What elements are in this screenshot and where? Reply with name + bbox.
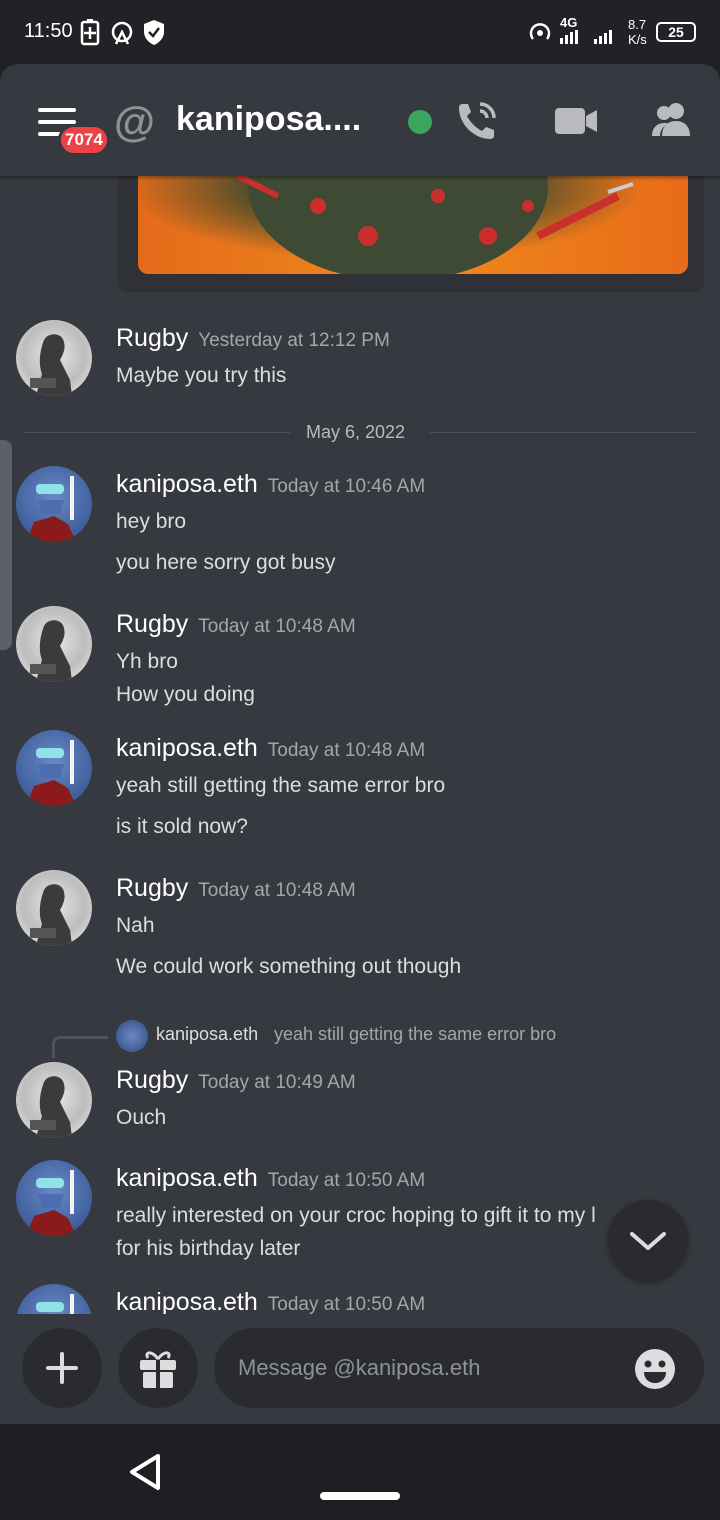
- gift-button[interactable]: [118, 1328, 198, 1408]
- avatar[interactable]: [16, 1062, 92, 1138]
- message-text: hey bro: [116, 510, 187, 533]
- message-timestamp: Today at 10:48 AM: [267, 740, 426, 761]
- message-input[interactable]: [214, 1328, 704, 1408]
- date-label: May 6, 2022: [306, 422, 406, 442]
- avatar[interactable]: [16, 870, 92, 946]
- page-title[interactable]: kaniposa....: [176, 100, 361, 139]
- message-timestamp: Today at 10:50 AM: [267, 1294, 426, 1314]
- message-text: is it sold now?: [116, 815, 248, 838]
- jump-to-bottom-button[interactable]: [608, 1200, 688, 1280]
- message-composer: [0, 1314, 720, 1424]
- reply-connector: [52, 1036, 108, 1058]
- home-gesture-bar[interactable]: [320, 1492, 400, 1500]
- online-status-dot: [408, 110, 432, 134]
- shield-icon: [144, 20, 164, 45]
- video-call-icon[interactable]: [554, 106, 598, 136]
- message-text: Nah: [116, 914, 155, 937]
- battery-saver-icon: [80, 19, 100, 46]
- back-icon[interactable]: [126, 1452, 166, 1492]
- message-timestamp: Yesterday at 12:12 PM: [198, 330, 390, 351]
- gift-icon: [140, 1351, 176, 1388]
- avatar[interactable]: [16, 466, 92, 542]
- system-nav-bar: [0, 1424, 720, 1520]
- speed-unit: K/s: [628, 32, 647, 47]
- network-type: 4G: [560, 15, 578, 30]
- avatar[interactable]: [16, 1284, 92, 1314]
- message-text: Ouch: [116, 1106, 167, 1129]
- speed-value: 8.7: [628, 17, 647, 32]
- message-timestamp: Today at 10:49 AM: [198, 1072, 356, 1093]
- author-name[interactable]: Rugby: [116, 324, 188, 352]
- drawer-handle[interactable]: [0, 440, 12, 650]
- channel-header: 7074 @ kaniposa....: [0, 64, 720, 176]
- message-text: you here sorry got busy: [116, 551, 336, 574]
- avatar[interactable]: [16, 320, 92, 396]
- message-text: We could work something out though: [116, 955, 462, 978]
- message-text: Yh bro: [116, 650, 178, 673]
- reply-reference[interactable]: kaniposa.eth yeah still getting the same…: [0, 1018, 720, 1058]
- message-text: Maybe you try this: [116, 364, 287, 387]
- message-list[interactable]: Rugby Yesterday at 12:12 PM Maybe you try…: [0, 176, 720, 1314]
- emoji-icon[interactable]: [634, 1348, 676, 1390]
- message-timestamp: Today at 10:48 AM: [198, 880, 356, 901]
- reply-text: yeah still getting the same error bro: [274, 1024, 557, 1044]
- dm-screen: 7074 @ kaniposa.... Rugby Yesterday at 1…: [0, 64, 720, 1424]
- members-icon[interactable]: [650, 102, 694, 138]
- author-name[interactable]: Rugby: [116, 610, 188, 638]
- date-divider: May 6, 2022: [24, 422, 696, 442]
- author-name[interactable]: Rugby: [116, 874, 188, 902]
- notification-badge: 7074: [58, 124, 110, 156]
- message-text: really interested on your croc hoping to…: [116, 1204, 596, 1227]
- status-time: 11:50: [24, 20, 73, 42]
- author-name[interactable]: Rugby: [116, 1066, 188, 1094]
- reply-avatar: [116, 1020, 148, 1052]
- author-name[interactable]: kaniposa.eth: [116, 470, 258, 498]
- reply-author[interactable]: kaniposa.eth: [156, 1024, 258, 1045]
- message-text: How you doing: [116, 683, 255, 706]
- signal-icon: [560, 30, 612, 44]
- image-embed: [118, 176, 704, 292]
- plus-icon: [46, 1352, 78, 1384]
- author-name[interactable]: kaniposa.eth: [116, 1288, 258, 1314]
- message-text: for his birthday later: [116, 1237, 301, 1260]
- author-name[interactable]: kaniposa.eth: [116, 734, 258, 762]
- status-bar: 11:50 4G 8.7 K/s 25: [0, 0, 720, 64]
- avatar[interactable]: [16, 606, 92, 682]
- avatar[interactable]: [16, 730, 92, 806]
- wireless-icon: [529, 23, 551, 40]
- message-timestamp: Today at 10:50 AM: [267, 1170, 426, 1191]
- message-text: yeah still getting the same error bro: [116, 774, 446, 797]
- battery-indicator: 25: [656, 22, 696, 42]
- voice-call-icon[interactable]: [456, 100, 502, 142]
- author-name[interactable]: kaniposa.eth: [116, 1164, 258, 1192]
- message-timestamp: Today at 10:46 AM: [267, 476, 426, 497]
- embedded-image[interactable]: [138, 176, 688, 274]
- attach-button[interactable]: [22, 1328, 102, 1408]
- chevron-down-icon: [630, 1232, 666, 1250]
- at-icon: @: [114, 98, 155, 145]
- message-timestamp: Today at 10:48 AM: [198, 616, 356, 637]
- avatar[interactable]: [16, 1160, 92, 1236]
- hotspot-icon: [111, 21, 133, 45]
